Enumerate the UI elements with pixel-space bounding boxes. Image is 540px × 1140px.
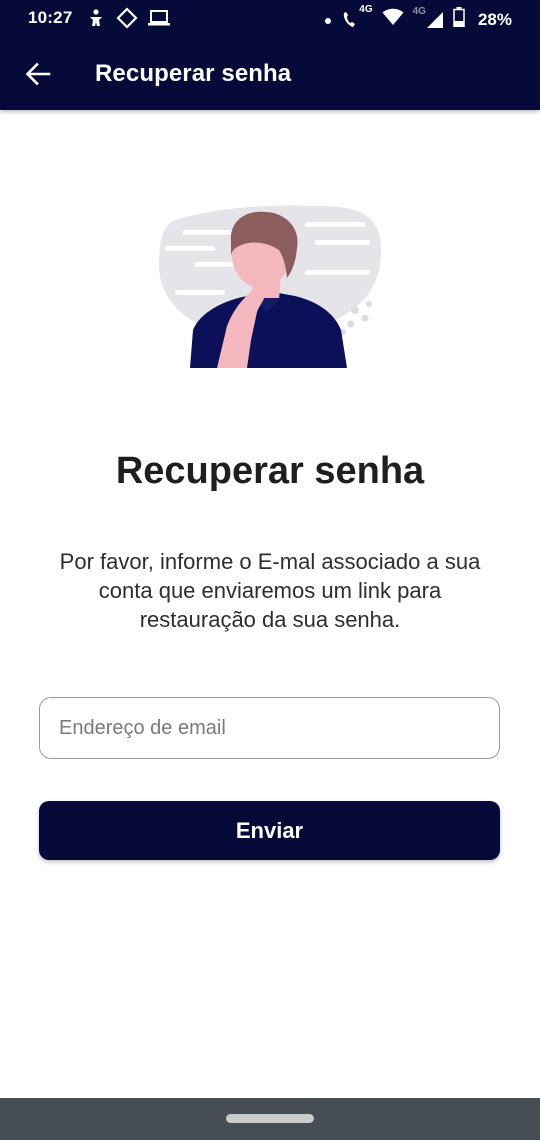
status-time: 10:27 [28, 8, 73, 27]
thinking-person-illustration [155, 200, 385, 370]
email-field[interactable] [39, 697, 500, 759]
app-bar-title: Recuperar senha [95, 60, 292, 87]
dot-icon [324, 10, 332, 30]
back-button[interactable] [18, 54, 58, 94]
system-nav-bar [0, 1098, 540, 1140]
app-bar: Recuperar senha [0, 38, 540, 110]
battery-percentage: 28% [477, 9, 512, 29]
accessibility-icon [86, 8, 106, 33]
page-description: Por favor, informe o E-mal associado a s… [59, 549, 481, 632]
wifi-icon [382, 8, 404, 31]
laptop-icon [148, 9, 170, 32]
arrow-left-icon [25, 62, 51, 86]
top-bar: 10:27 4G 4G 28% Recuperar senha [0, 0, 540, 110]
status-bar: 10:27 4G 4G 28% [0, 0, 540, 38]
battery-icon [453, 7, 465, 32]
network-label-1: 4G [359, 3, 373, 15]
status-right-icons: 4G 4G 28% [324, 4, 512, 32]
network-label-2: 4G [412, 5, 426, 17]
send-button[interactable]: Enviar [39, 801, 500, 860]
screen: 10:27 4G 4G 28% Recuperar senha Recupera… [0, 0, 540, 1140]
home-gesture-handle[interactable] [226, 1114, 314, 1123]
status-left-icons [86, 7, 170, 34]
page-heading: Recuperar senha [115, 450, 425, 492]
signal-icon: 4G [413, 6, 444, 29]
wifi-calling-icon: 4G [341, 4, 373, 30]
diamond-nav-icon [116, 7, 138, 34]
